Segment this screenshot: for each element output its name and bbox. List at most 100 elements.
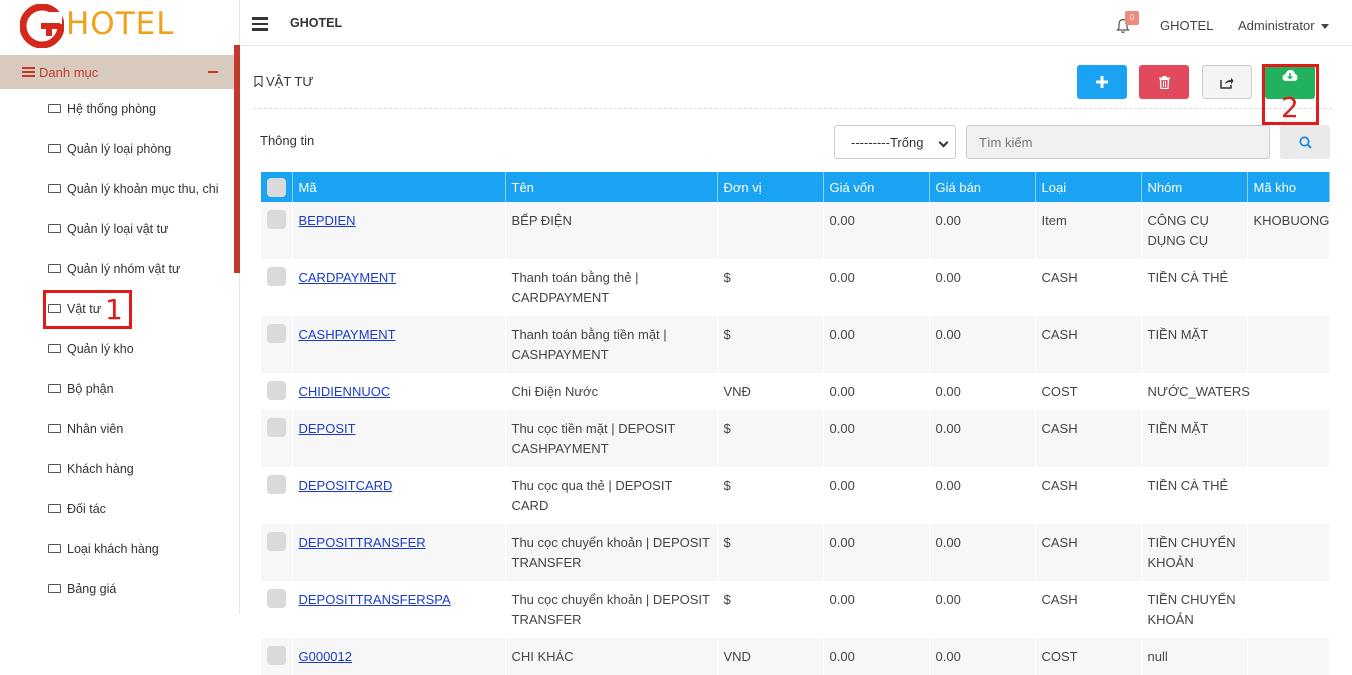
cell-ma-kho — [1247, 259, 1330, 316]
menu-item-loai-khach-hang[interactable]: Loại khách hàng — [48, 529, 159, 569]
column-header-don-vi[interactable]: Đơn vị — [717, 172, 824, 202]
row-checkbox-cell — [261, 410, 293, 467]
cell-ten: BẾP ĐIỆN — [505, 202, 718, 259]
table-row[interactable]: DEPOSITTRANSFER Thu cọc chuyển khoản | D… — [261, 524, 1330, 581]
add-button[interactable] — [1077, 65, 1127, 99]
monitor-icon — [48, 264, 61, 274]
row-checkbox[interactable] — [266, 532, 286, 551]
table-row[interactable]: CASHPAYMENT Thanh toán bằng tiền mặt | C… — [261, 316, 1330, 373]
menu-item-quan-ly-kho[interactable]: Quản lý kho — [48, 329, 134, 369]
chevron-down-icon — [938, 137, 949, 148]
column-header-loai[interactable]: Loại — [1035, 172, 1142, 202]
notification-badge: 0 — [1125, 11, 1139, 25]
menu-header-danh-muc[interactable]: Danh mục — [0, 55, 234, 89]
filter-select[interactable]: ---------Trống — [834, 125, 956, 159]
cell-ma: G000012 — [292, 638, 506, 675]
item-code-link[interactable]: DEPOSITTRANSFERSPA — [299, 592, 451, 607]
row-checkbox[interactable] — [266, 210, 286, 229]
user-menu[interactable]: Administrator — [1238, 18, 1329, 33]
cell-gia-von: 0.00 — [823, 316, 930, 373]
search-input[interactable] — [966, 125, 1270, 159]
divider — [254, 108, 1332, 109]
hotel-name[interactable]: GHOTEL — [1160, 18, 1213, 33]
table-row[interactable]: CHIDIENNUOC Chi Điện Nước VNĐ 0.00 0.00 … — [261, 373, 1330, 410]
logo-text: HOTEL — [66, 6, 175, 42]
cell-don-vi: $ — [717, 581, 824, 638]
item-code-link[interactable]: CASHPAYMENT — [299, 327, 396, 342]
monitor-icon — [48, 504, 61, 514]
item-code-link[interactable]: DEPOSIT — [299, 421, 356, 436]
search-button[interactable] — [1280, 125, 1330, 159]
app-title: GHOTEL — [290, 16, 343, 30]
menu-item-nhan-vien[interactable]: Nhân viên — [48, 409, 123, 449]
export-button[interactable] — [1202, 65, 1252, 99]
menu-item-bo-phan[interactable]: Bộ phận — [48, 369, 114, 409]
hamburger-menu-icon[interactable] — [252, 17, 268, 31]
table-row[interactable]: DEPOSITTRANSFERSPA Thu cọc chuyển khoản … — [261, 581, 1330, 638]
monitor-icon — [48, 224, 61, 234]
menu-item-khach-hang[interactable]: Khách hàng — [48, 449, 134, 489]
cell-ma: DEPOSITTRANSFER — [292, 524, 506, 581]
row-checkbox[interactable] — [266, 418, 286, 437]
cell-nhom: TIỀN CHUYỂN KHOẢN — [1141, 524, 1248, 581]
monitor-icon — [48, 464, 61, 474]
menu-item-quan-ly-loai-vat-tu[interactable]: Quản lý loại vật tư — [48, 209, 168, 249]
row-checkbox[interactable] — [266, 381, 286, 400]
column-header-gia-von[interactable]: Giá vốn — [823, 172, 930, 202]
menu-item-he-thong-phong[interactable]: Hệ thống phòng — [48, 89, 156, 129]
column-header-ten[interactable]: Tên — [505, 172, 718, 202]
table-row[interactable]: DEPOSIT Thu cọc tiền mặt | DEPOSIT CASHP… — [261, 410, 1330, 467]
topbar: GHOTEL 0 GHOTEL Administrator — [240, 0, 1352, 46]
table-header-row: Mã Tên Đơn vị Giá vốn Giá bán Loại Nhóm … — [261, 172, 1330, 202]
menu-item-label: Quản lý loại phòng — [67, 142, 172, 156]
cell-gia-von: 0.00 — [823, 202, 930, 259]
menu-item-label: Quản lý khoản mục thu, chi — [67, 182, 219, 196]
cell-gia-von: 0.00 — [823, 581, 930, 638]
column-header-ma-kho[interactable]: Mã kho — [1247, 172, 1330, 202]
item-code-link[interactable]: CHIDIENNUOC — [299, 384, 391, 399]
table-row[interactable]: CARDPAYMENT Thanh toán bằng thẻ | CARDPA… — [261, 259, 1330, 316]
column-header-nhom[interactable]: Nhóm — [1141, 172, 1248, 202]
row-checkbox[interactable] — [266, 589, 286, 608]
sidebar-scrollbar[interactable] — [234, 45, 240, 273]
row-checkbox[interactable] — [266, 475, 286, 494]
user-name: Administrator — [1238, 18, 1315, 33]
item-code-link[interactable]: CARDPAYMENT — [299, 270, 397, 285]
row-checkbox[interactable] — [266, 267, 286, 286]
row-checkbox[interactable] — [266, 324, 286, 343]
logo[interactable]: HOTEL — [0, 0, 234, 55]
cell-don-vi: $ — [717, 259, 824, 316]
menu-item-doi-tac[interactable]: Đối tác — [48, 489, 106, 529]
cell-ma: DEPOSITTRANSFERSPA — [292, 581, 506, 638]
sidebar: HOTEL Danh mục Hệ thống phòng Quản lý lo… — [0, 0, 240, 614]
delete-button[interactable] — [1139, 65, 1189, 99]
column-header-ma[interactable]: Mã — [292, 172, 506, 202]
row-checkbox-cell — [261, 581, 293, 638]
item-code-link[interactable]: BEPDIEN — [299, 213, 356, 228]
logo-g-icon — [20, 4, 64, 48]
item-code-link[interactable]: G000012 — [299, 649, 353, 664]
cell-ten: Thanh toán bằng tiền mặt | CASHPAYMENT — [505, 316, 718, 373]
row-checkbox[interactable] — [266, 646, 286, 665]
cell-gia-ban: 0.00 — [929, 638, 1036, 675]
table-row[interactable]: G000012 CHI KHÁC VND 0.00 0.00 COST null — [261, 638, 1330, 675]
collapse-minus-icon[interactable] — [208, 71, 218, 73]
cell-nhom: CÔNG CỤ DỤNG CỤ — [1141, 202, 1248, 259]
select-all-checkbox[interactable] — [266, 177, 286, 197]
cell-ma: DEPOSITCARD — [292, 467, 506, 524]
column-header-gia-ban[interactable]: Giá bán — [929, 172, 1036, 202]
menu-item-quan-ly-nhom-vat-tu[interactable]: Quản lý nhóm vật tư — [48, 249, 180, 289]
menu-item-quan-ly-loai-phong[interactable]: Quản lý loại phòng — [48, 129, 171, 169]
row-checkbox-cell — [261, 524, 293, 581]
cell-nhom: NƯỚC_WATERS — [1141, 373, 1250, 410]
menu-item-quan-ly-khoan-muc[interactable]: Quản lý khoản mục thu, chi — [48, 169, 218, 209]
cell-ma-kho — [1247, 638, 1330, 675]
menu-item-bang-gia[interactable]: Bảng giá — [48, 569, 116, 609]
item-code-link[interactable]: DEPOSITCARD — [299, 478, 393, 493]
table-row[interactable]: BEPDIEN BẾP ĐIỆN 0.00 0.00 Item CÔNG CỤ … — [261, 202, 1330, 259]
page-title: VẬT TƯ — [254, 74, 313, 89]
cell-don-vi: VND — [717, 638, 824, 675]
table-row[interactable]: DEPOSITCARD Thu cọc qua thẻ | DEPOSIT CA… — [261, 467, 1330, 524]
monitor-icon — [48, 344, 61, 354]
item-code-link[interactable]: DEPOSITTRANSFER — [299, 535, 426, 550]
